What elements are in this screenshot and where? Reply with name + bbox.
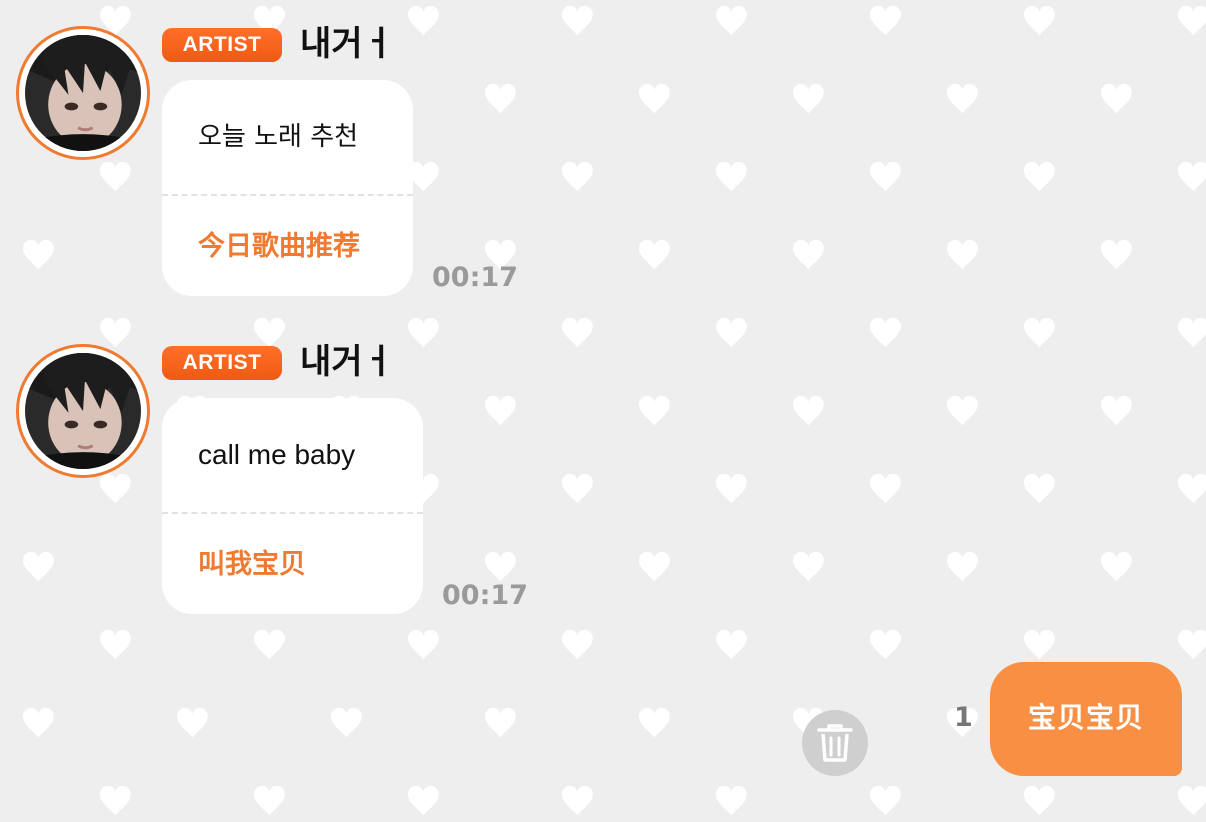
heart-icon (1101, 395, 1132, 426)
translation-divider (162, 194, 413, 196)
heart-icon (1178, 317, 1206, 348)
heart-icon (716, 317, 747, 348)
heart-icon (1024, 317, 1055, 348)
avatar-photo (25, 35, 141, 151)
heart-icon (1024, 161, 1055, 192)
heart-icon (1178, 629, 1206, 660)
heart-icon (254, 317, 285, 348)
heart-icon (716, 785, 747, 816)
heart-icon (1178, 785, 1206, 816)
original-text: call me baby (198, 439, 356, 470)
heart-icon (562, 317, 593, 348)
heart-icon (793, 239, 824, 270)
heart-icon (1178, 5, 1206, 36)
outgoing-message-bubble[interactable]: 宝贝宝贝 (990, 662, 1182, 776)
translated-text: 今日歌曲推荐 (198, 231, 360, 262)
heart-icon (716, 473, 747, 504)
heart-icon (100, 317, 131, 348)
heart-icon (254, 785, 285, 816)
heart-icon (100, 629, 131, 660)
heart-icon (716, 629, 747, 660)
heart-icon (1178, 473, 1206, 504)
avatar-photo (25, 353, 141, 469)
message-timestamp: 00:17 (442, 580, 528, 611)
heart-icon (1024, 629, 1055, 660)
heart-icon (485, 83, 516, 114)
artist-avatar[interactable] (16, 344, 150, 478)
heart-icon (100, 785, 131, 816)
heart-icon (408, 629, 439, 660)
heart-icon (562, 161, 593, 192)
heart-icon (639, 551, 670, 582)
heart-icon (1101, 551, 1132, 582)
original-text: 오늘 노래 추천 (198, 122, 359, 152)
artist-badge: ARTIST (162, 28, 282, 62)
heart-icon (254, 629, 285, 660)
heart-icon (793, 83, 824, 114)
heart-icon (639, 395, 670, 426)
heart-icon (1024, 473, 1055, 504)
heart-icon (562, 5, 593, 36)
translation-divider (162, 512, 423, 514)
heart-icon (716, 161, 747, 192)
heart-icon (562, 473, 593, 504)
heart-icon (485, 395, 516, 426)
heart-icon (23, 551, 54, 582)
heart-icon (870, 785, 901, 816)
delete-button[interactable] (802, 710, 868, 776)
heart-icon (1178, 161, 1206, 192)
outgoing-message-text: 宝贝宝贝 (1027, 701, 1144, 734)
heart-icon (100, 161, 131, 192)
heart-icon (23, 239, 54, 270)
heart-icon (716, 5, 747, 36)
heart-icon (177, 707, 208, 738)
heart-icon (485, 707, 516, 738)
heart-icon (562, 785, 593, 816)
heart-icon (793, 395, 824, 426)
heart-icon (1101, 83, 1132, 114)
heart-icon (485, 551, 516, 582)
heart-icon (639, 239, 670, 270)
heart-icon (870, 629, 901, 660)
heart-icon (1024, 5, 1055, 36)
heart-icon (870, 473, 901, 504)
heart-icon (1024, 785, 1055, 816)
heart-icon (23, 707, 54, 738)
artist-badge: ARTIST (162, 346, 282, 380)
message-timestamp: 00:17 (432, 262, 518, 293)
heart-icon (331, 707, 362, 738)
heart-icon (562, 629, 593, 660)
heart-icon (793, 551, 824, 582)
heart-icon (870, 317, 901, 348)
heart-icon (100, 473, 131, 504)
heart-icon (947, 83, 978, 114)
artist-avatar[interactable] (16, 26, 150, 160)
unread-count: 1 (954, 702, 973, 733)
heart-icon (408, 5, 439, 36)
heart-icon (947, 395, 978, 426)
heart-icon (408, 317, 439, 348)
heart-icon (947, 551, 978, 582)
heart-icon (639, 707, 670, 738)
heart-icon (408, 785, 439, 816)
heart-icon (639, 83, 670, 114)
sender-name: 내거ㅓ (300, 24, 394, 64)
translated-text: 叫我宝贝 (198, 549, 306, 580)
message-bubble[interactable]: 오늘 노래 추천 今日歌曲推荐 (162, 80, 413, 296)
sender-name: 내거ㅓ (300, 342, 394, 382)
heart-icon (947, 239, 978, 270)
heart-icon (1101, 239, 1132, 270)
message-bubble[interactable]: call me baby 叫我宝贝 (162, 398, 423, 614)
trash-icon (817, 724, 853, 762)
heart-icon (870, 5, 901, 36)
heart-icon (870, 161, 901, 192)
